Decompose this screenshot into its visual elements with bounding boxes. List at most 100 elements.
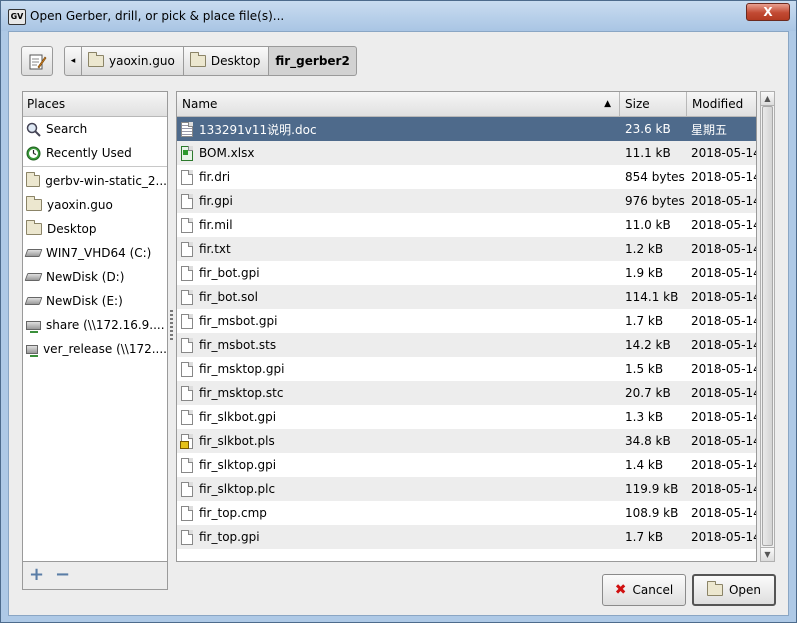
add-bookmark-button[interactable]: + (29, 566, 44, 584)
open-button[interactable]: Open (692, 574, 776, 606)
place-share[interactable]: share (\\172.16.9.... (23, 313, 167, 337)
file-size: 23.6 kB (625, 122, 671, 136)
cancel-button[interactable]: ✖ Cancel (602, 574, 686, 606)
app-icon: GV (8, 9, 26, 25)
file-icon (181, 481, 193, 497)
table-row[interactable]: fir.gpi 976 bytes 2018-05-14 (177, 189, 756, 213)
file-icon (181, 409, 193, 425)
folder-icon (26, 172, 41, 187)
table-row[interactable]: fir_msktop.stc 20.7 kB 2018-05-14 (177, 381, 756, 405)
file-name: BOM.xlsx (199, 146, 255, 160)
table-row[interactable]: fir_slkbot.gpi 1.3 kB 2018-05-14 (177, 405, 756, 429)
table-row[interactable]: fir_msktop.gpi 1.5 kB 2018-05-14 (177, 357, 756, 381)
file-name-cell: fir_slkbot.pls (177, 433, 620, 449)
table-row[interactable]: fir_bot.gpi 1.9 kB 2018-05-14 (177, 261, 756, 285)
type-location-button[interactable] (21, 46, 53, 76)
file-icon (181, 505, 193, 521)
place-label: Recently Used (46, 146, 132, 160)
crumb-label: fir_gerber2 (275, 54, 350, 68)
crumb-fir-gerber2[interactable]: fir_gerber2 (269, 46, 357, 76)
scroll-up-icon[interactable]: ▲ (761, 92, 774, 106)
file-modified: 2018-05-14 (691, 194, 757, 208)
place-recently-used[interactable]: Recently Used (23, 141, 167, 165)
pencil-notepad-icon (29, 54, 47, 70)
table-row[interactable]: fir.txt 1.2 kB 2018-05-14 (177, 237, 756, 261)
place-label: WIN7_VHD64 (C:) (46, 246, 152, 260)
path-scroll-left-button[interactable]: ◂ (64, 46, 82, 76)
folder-icon (189, 52, 206, 67)
place-ver-release[interactable]: ver_release (\\172.... (23, 337, 167, 361)
place-drive-e[interactable]: NewDisk (E:) (23, 289, 167, 313)
file-size: 1.4 kB (625, 458, 664, 472)
file-size: 119.9 kB (625, 482, 679, 496)
file-name-cell: fir_msktop.stc (177, 385, 620, 401)
scrollbar-thumb[interactable] (762, 106, 773, 546)
window-title: Open Gerber, drill, or pick & place file… (30, 9, 285, 23)
file-size: 20.7 kB (625, 386, 671, 400)
place-label: ver_release (\\172.... (43, 342, 167, 356)
place-drive-d[interactable]: NewDisk (D:) (23, 265, 167, 289)
place-gerbv-folder[interactable]: gerbv-win-static_2... (23, 169, 167, 193)
table-row[interactable]: fir_slktop.plc 119.9 kB 2018-05-14 (177, 477, 756, 501)
scroll-down-icon[interactable]: ▼ (761, 547, 774, 561)
file-name-cell: fir_msbot.gpi (177, 313, 620, 329)
file-name: fir.txt (199, 242, 231, 256)
file-name-cell: fir_slktop.gpi (177, 457, 620, 473)
file-name-cell: fir_msbot.sts (177, 337, 620, 353)
open-label: Open (728, 583, 762, 597)
file-name: fir_slkbot.gpi (199, 410, 277, 424)
pane-resize-handle[interactable] (170, 310, 173, 340)
table-row[interactable]: fir_msbot.gpi 1.7 kB 2018-05-14 (177, 309, 756, 333)
table-row[interactable]: fir_msbot.sts 14.2 kB 2018-05-14 (177, 333, 756, 357)
place-yaoxin-guo[interactable]: yaoxin.guo (23, 193, 167, 217)
file-name-cell: fir.gpi (177, 193, 620, 209)
folder-icon (88, 52, 104, 67)
place-desktop[interactable]: Desktop (23, 217, 167, 241)
file-list-header: Name ▲ Size Modified (177, 92, 756, 117)
path-bar: ◂ yaoxin.guo Desktop fir_gerber2 (64, 46, 357, 76)
crumb-label: yaoxin.guo (109, 54, 175, 68)
file-name: 133291v11说明.doc (199, 122, 317, 137)
file-name-cell: fir_slkbot.gpi (177, 409, 620, 425)
file-name-cell: fir_top.cmp (177, 505, 620, 521)
file-modified: 2018-05-14 (691, 314, 757, 328)
crumb-yaoxin-guo[interactable]: yaoxin.guo (82, 46, 184, 76)
place-drive-c[interactable]: WIN7_VHD64 (C:) (23, 241, 167, 265)
file-modified: 2018-05-14 (691, 506, 757, 520)
crumb-label: Desktop (210, 54, 261, 68)
places-pane: Places Search Recently Used gerbv-win-st… (22, 91, 168, 562)
table-row[interactable]: fir_top.gpi 1.7 kB 2018-05-14 (177, 525, 756, 549)
file-size: 1.7 kB (625, 314, 664, 328)
table-row[interactable]: BOM.xlsx 11.1 kB 2018-05-14 (177, 141, 756, 165)
column-modified-header[interactable]: Modified (687, 92, 756, 116)
folder-icon (26, 196, 42, 211)
crumb-desktop[interactable]: Desktop (183, 46, 270, 76)
table-row[interactable]: fir_slkbot.pls 34.8 kB 2018-05-14 (177, 429, 756, 453)
column-label: Name (182, 97, 218, 111)
vertical-scrollbar[interactable]: ▲ ▼ (760, 91, 775, 562)
file-modified: 2018-05-14 (691, 266, 757, 280)
remove-bookmark-button[interactable]: − (55, 566, 70, 584)
column-size-header[interactable]: Size (620, 92, 687, 116)
table-row[interactable]: fir_slktop.gpi 1.4 kB 2018-05-14 (177, 453, 756, 477)
table-row[interactable]: fir.mil 11.0 kB 2018-05-14 (177, 213, 756, 237)
file-size: 1.7 kB (625, 530, 664, 544)
table-row[interactable]: fir_bot.sol 114.1 kB 2018-05-14 (177, 285, 756, 309)
places-header[interactable]: Places (23, 92, 167, 117)
file-modified: 2018-05-14 (691, 386, 757, 400)
title-bar[interactable]: GV Open Gerber, drill, or pick & place f… (1, 1, 796, 31)
open-folder-icon (706, 581, 723, 596)
file-size: 1.3 kB (625, 410, 664, 424)
spreadsheet-icon (181, 145, 193, 161)
file-modified: 2018-05-14 (691, 338, 757, 352)
column-name-header[interactable]: Name ▲ (177, 92, 620, 116)
cancel-x-icon: ✖ (614, 582, 627, 598)
place-search[interactable]: Search (23, 117, 167, 141)
file-name: fir_slktop.gpi (199, 458, 277, 472)
table-row[interactable]: fir_top.cmp 108.9 kB 2018-05-14 (177, 501, 756, 525)
file-name: fir_msbot.gpi (199, 314, 278, 328)
table-row[interactable]: 133291v11说明.doc 23.6 kB 星期五 (177, 117, 756, 141)
close-button[interactable]: X (746, 3, 790, 21)
table-row[interactable]: fir.dri 854 bytes 2018-05-14 (177, 165, 756, 189)
file-icon (181, 289, 193, 305)
